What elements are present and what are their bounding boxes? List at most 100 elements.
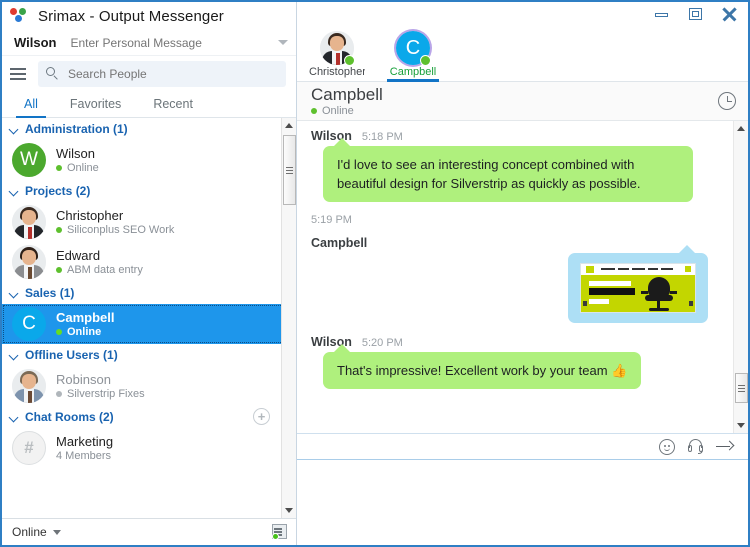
search-icon bbox=[46, 66, 60, 81]
add-chat-room-button[interactable]: + bbox=[253, 408, 270, 425]
group-header-sales[interactable]: Sales (1) bbox=[2, 282, 296, 304]
avatar bbox=[12, 369, 46, 403]
message-input[interactable] bbox=[297, 460, 748, 542]
composer-toolbar bbox=[297, 434, 748, 460]
chat-tab-christopher[interactable]: Christopher bbox=[309, 31, 365, 81]
conversation-header: Campbell Online bbox=[297, 82, 748, 121]
contact-name: Christopher bbox=[56, 207, 124, 223]
status-dropdown-icon[interactable] bbox=[52, 529, 61, 535]
message-row bbox=[311, 245, 722, 323]
contact-row-robinson[interactable]: Robinson Silverstrip Fixes bbox=[2, 366, 296, 406]
hamburger-icon[interactable] bbox=[10, 67, 32, 80]
conversation-status: Online bbox=[311, 105, 383, 117]
chat-room-row-marketing[interactable]: # Marketing 4 Members bbox=[2, 428, 296, 468]
scroll-down-arrow-icon[interactable] bbox=[282, 503, 296, 518]
contact-status: ABM data entry bbox=[56, 263, 143, 277]
search-input[interactable] bbox=[68, 66, 278, 81]
avatar: C bbox=[396, 31, 431, 66]
three-dots-logo-icon bbox=[10, 7, 30, 25]
contact-status: Online bbox=[56, 161, 99, 175]
minimize-icon[interactable] bbox=[654, 6, 670, 22]
personal-message-row: Wilson bbox=[2, 30, 296, 56]
emoji-icon[interactable] bbox=[659, 438, 675, 455]
scrollbar-thumb[interactable] bbox=[735, 373, 748, 403]
contact-status-text: Siliconplus SEO Work bbox=[67, 223, 175, 236]
avatar: C bbox=[12, 307, 46, 341]
chat-tab-campbell[interactable]: C Campbell bbox=[385, 31, 441, 82]
contacts-scrollbar[interactable] bbox=[281, 118, 296, 518]
close-icon[interactable] bbox=[722, 6, 738, 22]
personal-message-dropdown-icon[interactable] bbox=[278, 40, 288, 45]
avatar: W bbox=[12, 143, 46, 177]
message-time: 5:19 PM bbox=[311, 214, 352, 226]
group-label: Offline Users (1) bbox=[25, 348, 118, 362]
scroll-up-arrow-icon[interactable] bbox=[734, 121, 748, 136]
headset-icon[interactable] bbox=[687, 438, 704, 455]
group-header-offline-users[interactable]: Offline Users (1) bbox=[2, 344, 296, 366]
group-header-chat-rooms[interactable]: Chat Rooms (2) + bbox=[2, 406, 296, 428]
message-time: 5:20 PM bbox=[361, 337, 403, 349]
presence-dot-icon bbox=[56, 328, 62, 335]
message-meta: 5:19 PM Campbell bbox=[311, 214, 722, 250]
contact-row-edward[interactable]: Edward ABM data entry bbox=[2, 242, 296, 282]
presence-dot-icon bbox=[56, 390, 62, 397]
message-bubble[interactable]: I'd love to see an interesting concept c… bbox=[323, 138, 693, 202]
chat-tab-label: Christopher bbox=[309, 66, 365, 78]
chevron-down-icon bbox=[10, 125, 19, 134]
message-row: I'd love to see an interesting concept c… bbox=[311, 138, 722, 202]
contact-name: Robinson bbox=[56, 371, 111, 387]
message-composer bbox=[297, 433, 748, 545]
chat-room-name: Marketing bbox=[56, 433, 114, 449]
presence-dot-icon bbox=[56, 266, 62, 273]
window-controls bbox=[297, 2, 748, 26]
chevron-down-icon bbox=[10, 351, 19, 360]
avatar bbox=[12, 245, 46, 279]
group-header-projects[interactable]: Projects (2) bbox=[2, 180, 296, 202]
scrollbar-thumb[interactable] bbox=[283, 135, 296, 205]
website-screenshot-thumbnail[interactable] bbox=[580, 263, 696, 313]
message-bubble-image[interactable] bbox=[568, 245, 708, 323]
presence-dot-icon bbox=[420, 55, 431, 66]
contact-status-text: Online bbox=[67, 161, 99, 174]
personal-message-input[interactable] bbox=[70, 35, 272, 50]
maximize-icon[interactable] bbox=[688, 6, 704, 22]
search-box[interactable] bbox=[38, 60, 286, 87]
contact-filter-tabs: All Favorites Recent bbox=[2, 91, 296, 118]
status-text[interactable]: Online bbox=[12, 525, 47, 539]
messages-scrollbar[interactable] bbox=[733, 121, 748, 433]
tab-recent[interactable]: Recent bbox=[137, 91, 209, 117]
contact-status-text: Online bbox=[67, 325, 102, 338]
app-title: Srimax - Output Messenger bbox=[38, 7, 224, 25]
chat-room-members-text: 4 Members bbox=[56, 449, 112, 462]
chat-panel: Christopher C Campbell Campbell Online W… bbox=[297, 2, 748, 545]
group-label: Administration (1) bbox=[25, 122, 128, 136]
clock-history-icon[interactable] bbox=[718, 92, 736, 110]
message-time: 5:18 PM bbox=[361, 131, 403, 143]
message-row: That's impressive! Excellent work by you… bbox=[311, 344, 722, 389]
message-bubble[interactable]: That's impressive! Excellent work by you… bbox=[323, 344, 642, 389]
conversation-status-text: Online bbox=[322, 104, 354, 117]
scroll-down-arrow-icon[interactable] bbox=[734, 418, 748, 433]
contact-row-wilson[interactable]: W Wilson Online bbox=[2, 140, 296, 180]
tab-all[interactable]: All bbox=[8, 91, 54, 118]
contact-row-campbell[interactable]: C Campbell Online bbox=[2, 304, 296, 344]
chevron-down-icon bbox=[10, 413, 19, 422]
chevron-down-icon bbox=[10, 187, 19, 196]
send-arrow-icon[interactable] bbox=[716, 440, 735, 454]
network-status-icon[interactable] bbox=[272, 524, 288, 540]
conversation-title: Campbell bbox=[311, 84, 383, 104]
contact-list: Administration (1) W Wilson Online Proje… bbox=[2, 118, 296, 518]
message-list: Wilson 5:18 PM I'd love to see an intere… bbox=[297, 121, 748, 433]
contact-status: Siliconplus SEO Work bbox=[56, 223, 174, 237]
group-header-administration[interactable]: Administration (1) bbox=[2, 118, 296, 140]
presence-dot-icon bbox=[344, 55, 355, 66]
title-bar: Srimax - Output Messenger bbox=[2, 2, 296, 30]
presence-dot-icon bbox=[311, 107, 317, 114]
contact-row-christopher[interactable]: Christopher Siliconplus SEO Work bbox=[2, 202, 296, 242]
search-row bbox=[2, 56, 296, 91]
message-sender: Campbell bbox=[311, 236, 368, 250]
scroll-up-arrow-icon[interactable] bbox=[282, 118, 296, 133]
contact-name: Wilson bbox=[56, 145, 96, 161]
contact-status: Silverstrip Fixes bbox=[56, 387, 145, 401]
tab-favorites[interactable]: Favorites bbox=[54, 91, 137, 117]
